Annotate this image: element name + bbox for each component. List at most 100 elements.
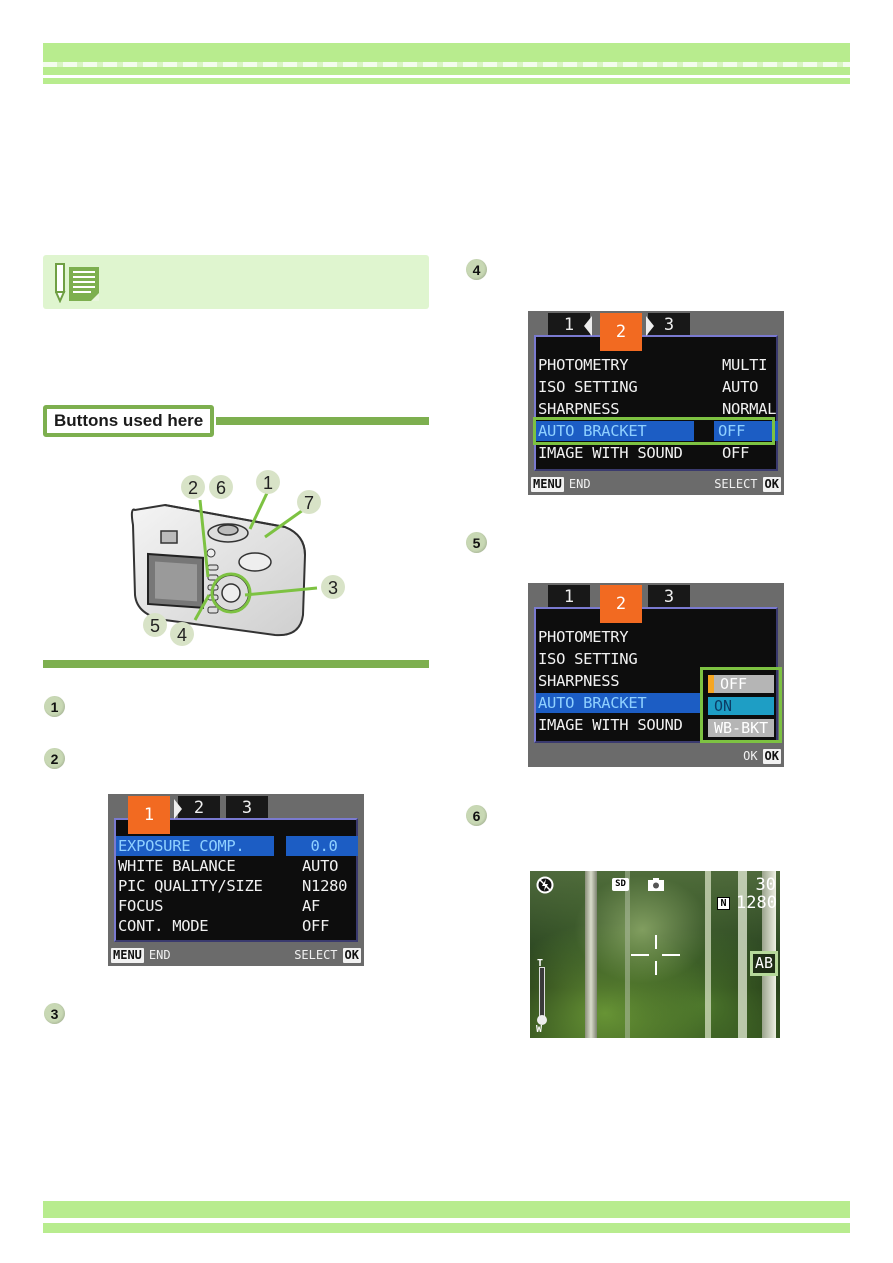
step-badge-4: 4 (466, 259, 487, 280)
ok-key[interactable]: OK (762, 748, 781, 764)
buttons-used-here-label: Buttons used here (54, 411, 204, 430)
shots-remaining: 30 (755, 875, 776, 895)
ok-key[interactable]: OK (342, 947, 361, 963)
menu-tab-1[interactable]: 1 (128, 796, 170, 834)
tree-trunk (625, 871, 630, 1038)
menu-row[interactable]: CONT. MODE OFF (116, 916, 358, 936)
menu-row[interactable]: IMAGE WITH SOUND OFF (536, 443, 778, 463)
sd-card-icon: SD (612, 878, 629, 891)
menu-row-label: PHOTOMETRY (538, 628, 629, 646)
menu-row-label: SHARPNESS (538, 400, 620, 418)
tab-arrow-right-icon (174, 799, 182, 819)
callout-5: 5 (150, 616, 160, 636)
footer-banner (43, 1201, 850, 1218)
menu-row-value: OFF (722, 444, 750, 462)
section-divider (43, 660, 429, 668)
callout-4: 4 (177, 625, 187, 645)
flash-off-icon (536, 876, 554, 894)
options-highlight (700, 667, 782, 743)
menu-tab-3[interactable]: 3 (648, 313, 690, 337)
af-crosshair-top (655, 935, 657, 949)
menu-row[interactable]: PHOTOMETRY (536, 627, 778, 647)
callout-2: 2 (188, 478, 198, 498)
header-banner (43, 43, 850, 75)
live-view-screen: SD 30 N 1280 AB T W (530, 871, 780, 1038)
menu-row-value: AF (302, 897, 321, 915)
menu-screen-page1: 1 2 3 EXPOSURE COMP. 0.0 WHITE BALANCE AUT… (108, 794, 364, 966)
menu-row[interactable]: ISO SETTING AUTO (536, 377, 778, 397)
menu-row-label: AUTO BRACKET (536, 693, 702, 713)
menu-row-label: ISO SETTING (538, 378, 638, 396)
callout-7: 7 (304, 493, 314, 513)
menu-tab-2[interactable]: 2 (600, 313, 642, 351)
buttons-heading-rule (216, 417, 429, 425)
menu-row-value: 0.0 (286, 836, 358, 856)
menu-row[interactable]: WHITE BALANCE AUTO (116, 856, 358, 876)
callout-3: 3 (328, 578, 338, 598)
ok-key[interactable]: OK (762, 476, 781, 492)
footer-thin-rule (43, 1223, 850, 1233)
step-badge-5: 5 (466, 532, 487, 553)
menu-row[interactable]: ISO SETTING (536, 649, 778, 669)
menu-row[interactable]: FOCUS AF (116, 896, 358, 916)
menu-row[interactable]: SHARPNESS NORMAL (536, 399, 778, 419)
af-crosshair-left (631, 954, 649, 956)
quality-badge: N (717, 897, 730, 910)
menu-row-label: IMAGE WITH SOUND (538, 716, 683, 734)
menu-footer: MENU END SELECT OK (528, 473, 784, 495)
menu-footer: MENU END SELECT OK (108, 944, 364, 966)
step-badge-3: 3 (44, 1003, 65, 1024)
zoom-bar (539, 967, 545, 1021)
memo-pencil-icon (55, 263, 99, 303)
tab-arrow-left-icon (584, 316, 592, 336)
ok-label: OK (743, 749, 758, 763)
menu-row-label: WHITE BALANCE (118, 857, 236, 875)
step-badge-2: 2 (44, 748, 65, 769)
menu-screen-options: 1 2 3 PHOTOMETRY ISO SETTING SHARPNESS A… (528, 583, 784, 767)
menu-row-label: FOCUS (118, 897, 164, 915)
menu-key[interactable]: MENU (111, 947, 144, 963)
header-dotted-stripe (43, 62, 850, 67)
tree-trunk (585, 871, 597, 1038)
memo-box (43, 255, 429, 309)
menu-row-label: PHOTOMETRY (538, 356, 629, 374)
menu-row[interactable]: EXPOSURE COMP. 0.0 (116, 836, 358, 856)
callout-1: 1 (263, 473, 273, 493)
menu-row-value: NORMAL (722, 400, 777, 418)
menu-row-value: MULTI (722, 356, 768, 374)
tree-trunk (705, 871, 711, 1038)
menu-row-label: ISO SETTING (538, 650, 638, 668)
menu-row-label: PIC QUALITY/SIZE (118, 877, 263, 895)
af-crosshair-right (662, 954, 680, 956)
menu-tab-1[interactable]: 1 (548, 585, 590, 609)
menu-tab-3[interactable]: 3 (226, 796, 268, 820)
callout-6: 6 (216, 478, 226, 498)
tab-arrow-right-icon (646, 316, 654, 336)
zoom-wide-label: W (536, 1024, 543, 1035)
camera-illustration: 2 6 1 7 3 5 4 (130, 470, 345, 646)
menu-tab-2[interactable]: 2 (178, 796, 220, 820)
af-crosshair-bottom (655, 961, 657, 975)
step-badge-6: 6 (466, 805, 487, 826)
menu-row-label: EXPOSURE COMP. (116, 836, 274, 856)
auto-bracket-badge: AB (750, 951, 778, 976)
header-thin-rule (43, 78, 850, 84)
menu-tab-2[interactable]: 2 (600, 585, 642, 623)
select-label: SELECT (714, 477, 758, 491)
menu-row[interactable]: PHOTOMETRY MULTI (536, 355, 778, 375)
menu-row-label: IMAGE WITH SOUND (538, 444, 683, 462)
step-badge-1: 1 (44, 696, 65, 717)
menu-row-label: SHARPNESS (538, 672, 620, 690)
menu-row-label: CONT. MODE (118, 917, 209, 935)
menu-screen-page2: 1 2 3 PHOTOMETRY MULTI ISO SETTING AUTO SH… (528, 311, 784, 495)
menu-tab-3[interactable]: 3 (648, 585, 690, 609)
menu-row-value: AUTO (302, 857, 339, 875)
menu-row-value: OFF (302, 917, 330, 935)
select-label: SELECT (294, 948, 338, 962)
menu-row-value: AUTO (722, 378, 759, 396)
camera-mode-icon (648, 878, 664, 891)
menu-key[interactable]: MENU (531, 476, 564, 492)
buttons-used-here-heading: Buttons used here (43, 405, 215, 437)
menu-end-label: END (148, 948, 171, 962)
menu-row[interactable]: PIC QUALITY/SIZE N1280 (116, 876, 358, 896)
